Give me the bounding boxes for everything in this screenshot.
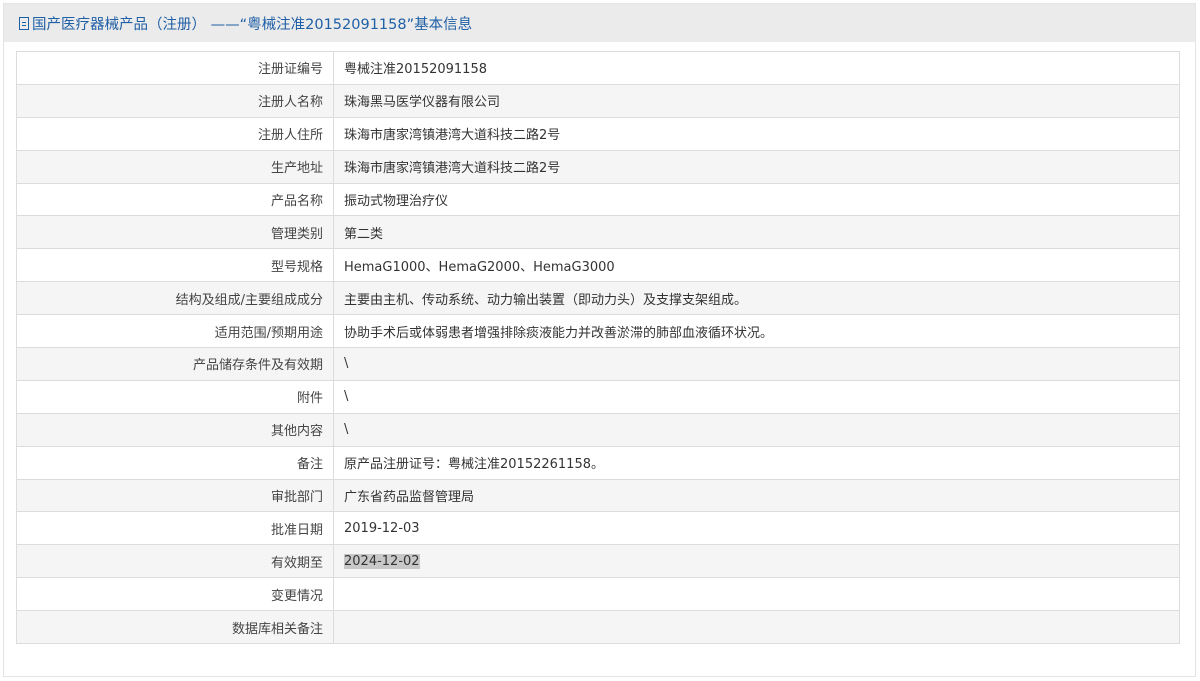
field-label: 附件 xyxy=(16,379,334,414)
table-row: 附件 \ xyxy=(16,379,1180,414)
field-value-text: 2024-12-02 xyxy=(344,553,420,569)
field-label: 管理类别 xyxy=(16,215,334,250)
field-value: HemaG1000、HemaG2000、HemaG3000 xyxy=(333,248,1180,283)
field-label: 型号规格 xyxy=(16,248,334,283)
field-value: \ xyxy=(333,412,1180,447)
field-value-text: 珠海市唐家湾镇港湾大道科技二路2号 xyxy=(344,161,561,177)
field-value: 珠海黑马医学仪器有限公司 xyxy=(333,83,1180,118)
field-value: 广东省药品监督管理局 xyxy=(333,478,1180,513)
table-row: 产品名称 振动式物理治疗仪 xyxy=(16,182,1180,217)
field-value: \ xyxy=(333,379,1180,414)
field-value: 主要由主机、传动系统、动力输出装置（即动力头）及支撑支架组成。 xyxy=(333,281,1180,316)
field-value: 协助手术后或体弱患者增强排除痰液能力并改善淤滞的肺部血液循环状况。 xyxy=(333,314,1180,349)
field-value: 粤械注准20152091158 xyxy=(333,51,1180,85)
table-row: 数据库相关备注 xyxy=(16,610,1180,645)
field-value: 2019-12-03 xyxy=(333,511,1180,546)
field-value: 第二类 xyxy=(333,215,1180,250)
field-label: 生产地址 xyxy=(16,149,334,184)
field-label: 注册证编号 xyxy=(16,51,334,85)
field-label: 结构及组成/主要组成成分 xyxy=(16,281,334,316)
table-row: 结构及组成/主要组成成分 主要由主机、传动系统、动力输出装置（即动力头）及支撑支架… xyxy=(16,281,1180,316)
table-row: 其他内容 \ xyxy=(16,412,1180,447)
table-row: 审批部门 广东省药品监督管理局 xyxy=(16,478,1180,513)
field-value xyxy=(333,610,1180,645)
field-value-text: 协助手术后或体弱患者增强排除痰液能力并改善淤滞的肺部血液循环状况。 xyxy=(344,325,774,341)
table-row: 有效期至 2024-12-02 xyxy=(16,544,1180,579)
table-row: 注册人住所 珠海市唐家湾镇港湾大道科技二路2号 xyxy=(16,116,1180,151)
field-value-text: 粤械注准20152091158 xyxy=(344,62,487,78)
field-value-text: 主要由主机、传动系统、动力输出装置（即动力头）及支撑支架组成。 xyxy=(344,292,748,308)
field-value-text: \ xyxy=(344,422,349,438)
field-value-text: \ xyxy=(344,389,349,405)
field-label: 注册人住所 xyxy=(16,116,334,151)
field-label: 其他内容 xyxy=(16,412,334,447)
field-label: 变更情况 xyxy=(16,577,334,612)
field-label: 批准日期 xyxy=(16,511,334,546)
field-value-text: 原产品注册证号：粤械注准20152261158。 xyxy=(344,457,604,473)
field-label: 备注 xyxy=(16,445,334,480)
document-icon xyxy=(19,16,29,30)
field-label: 产品储存条件及有效期 xyxy=(16,347,334,381)
table-row: 注册人名称 珠海黑马医学仪器有限公司 xyxy=(16,83,1180,118)
field-value: 2024-12-02 xyxy=(333,544,1180,579)
field-value: \ xyxy=(333,347,1180,381)
table-row: 变更情况 xyxy=(16,577,1180,612)
field-label: 注册人名称 xyxy=(16,83,334,118)
field-label: 审批部门 xyxy=(16,478,334,513)
panel-header: 国产医疗器械产品（注册） ——“粤械注准20152091158”基本信息 xyxy=(4,4,1195,42)
field-value: 原产品注册证号：粤械注准20152261158。 xyxy=(333,445,1180,480)
field-label: 数据库相关备注 xyxy=(16,610,334,645)
table-row: 产品储存条件及有效期 \ xyxy=(16,347,1180,381)
field-value-text: \ xyxy=(344,356,349,372)
field-value-text: HemaG1000、HemaG2000、HemaG3000 xyxy=(344,259,615,275)
field-value xyxy=(333,577,1180,612)
table-row: 注册证编号 粤械注准20152091158 xyxy=(16,51,1180,85)
field-value: 振动式物理治疗仪 xyxy=(333,182,1180,217)
field-value-text: 珠海市唐家湾镇港湾大道科技二路2号 xyxy=(344,128,561,144)
field-value: 珠海市唐家湾镇港湾大道科技二路2号 xyxy=(333,149,1180,184)
table-row: 批准日期 2019-12-03 xyxy=(16,511,1180,546)
page-title: 国产医疗器械产品（注册） ——“粤械注准20152091158”基本信息 xyxy=(32,16,473,33)
field-value: 珠海市唐家湾镇港湾大道科技二路2号 xyxy=(333,116,1180,151)
table-row: 生产地址 珠海市唐家湾镇港湾大道科技二路2号 xyxy=(16,149,1180,184)
field-label: 有效期至 xyxy=(16,544,334,579)
table-row: 型号规格 HemaG1000、HemaG2000、HemaG3000 xyxy=(16,248,1180,283)
table-row: 管理类别 第二类 xyxy=(16,215,1180,250)
field-label: 适用范围/预期用途 xyxy=(16,314,334,349)
table-row: 备注 原产品注册证号：粤械注准20152261158。 xyxy=(16,445,1180,480)
field-value-text: 2019-12-03 xyxy=(344,520,420,536)
field-value-text: 珠海黑马医学仪器有限公司 xyxy=(344,95,501,111)
table-row: 适用范围/预期用途 协助手术后或体弱患者增强排除痰液能力并改善淤滞的肺部血液循环状… xyxy=(16,314,1180,349)
field-value-text: 振动式物理治疗仪 xyxy=(344,194,449,209)
field-label: 产品名称 xyxy=(16,182,334,217)
info-table: 注册证编号 粤械注准20152091158 注册人名称 珠海黑马医学仪器有限公司 注册人… xyxy=(16,51,1180,645)
field-value-text: 第二类 xyxy=(344,226,384,242)
field-value-text: 广东省药品监督管理局 xyxy=(344,490,475,506)
